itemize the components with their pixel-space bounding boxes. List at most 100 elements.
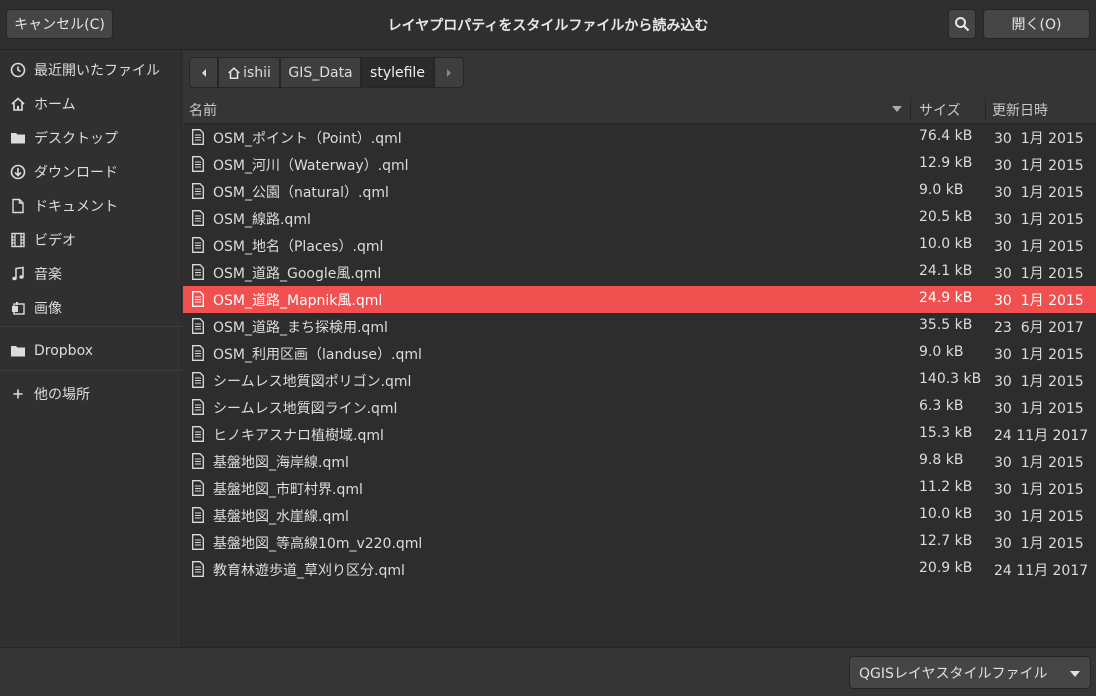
file-size: 9.0 kB	[919, 182, 964, 198]
sidebar-item-home[interactable]: ホーム	[0, 89, 182, 119]
file-name: 基盤地図_等高線10m_v220.qml	[213, 536, 423, 552]
table-row[interactable]: 教育林遊歩道_草刈り区分.qml 20.9 kB 24 11月 2017	[183, 556, 1096, 583]
table-row[interactable]: 基盤地図_等高線10m_v220.qml 12.7 kB 30 1月 2015	[183, 529, 1096, 556]
music-icon	[9, 266, 26, 283]
table-row[interactable]: OSM_利用区画（landuse）.qml 9.0 kB 30 1月 2015	[183, 340, 1096, 367]
sidebar-item-label: 画像	[34, 301, 62, 317]
file-name: 教育林遊歩道_草刈り区分.qml	[213, 563, 405, 579]
file-name: OSM_地名（Places）.qml	[213, 239, 384, 255]
file-modified: 30 1月 2015	[994, 185, 1084, 201]
open-button[interactable]: 開く(O)	[983, 9, 1090, 39]
column-header: 名前 サイズ 更新日時	[183, 95, 1096, 124]
file-size: 12.7 kB	[919, 533, 973, 549]
file-size: 140.3 kB	[919, 371, 982, 387]
file-name: OSM_道路_Google風.qml	[213, 266, 382, 282]
file-size: 6.3 kB	[919, 398, 964, 414]
table-row[interactable]: OSM_地名（Places）.qml 10.0 kB 30 1月 2015	[183, 232, 1096, 259]
path-segment-stylefile[interactable]: stylefile	[361, 57, 434, 88]
table-row[interactable]: OSM_道路_Google風.qml 24.1 kB 30 1月 2015	[183, 259, 1096, 286]
column-name-header[interactable]: 名前	[189, 100, 217, 120]
path-forward-button[interactable]	[434, 57, 464, 88]
table-row[interactable]: OSM_河川（Waterway）.qml 12.9 kB 30 1月 2015	[183, 151, 1096, 178]
path-segment-label: ishii	[243, 64, 271, 81]
file-icon	[192, 426, 204, 442]
file-modified: 30 1月 2015	[994, 455, 1084, 471]
chevron-down-icon	[1070, 671, 1080, 677]
sidebar-item-music[interactable]: 音楽	[0, 259, 182, 289]
file-size: 35.5 kB	[919, 317, 973, 333]
sort-down-icon[interactable]	[892, 105, 902, 113]
file-modified: 24 11月 2017	[994, 428, 1089, 444]
path-segment-label: stylefile	[370, 64, 425, 81]
file-modified: 30 1月 2015	[994, 131, 1084, 147]
file-modified: 30 1月 2015	[994, 401, 1084, 417]
file-icon	[192, 399, 204, 415]
file-modified: 30 1月 2015	[994, 293, 1084, 309]
table-row[interactable]: OSM_公園（natural）.qml 9.0 kB 30 1月 2015	[183, 178, 1096, 205]
file-size: 9.0 kB	[919, 344, 964, 360]
image-icon	[9, 300, 26, 317]
sidebar-item-desktop[interactable]: デスクトップ	[0, 123, 182, 153]
sidebar-item-recent[interactable]: 最近開いたファイル	[0, 55, 182, 85]
file-name: 基盤地図_市町村界.qml	[213, 482, 363, 498]
file-name: OSM_線路.qml	[213, 212, 311, 228]
file-name: ヒノキアスナロ植樹域.qml	[213, 428, 384, 444]
table-row[interactable]: ヒノキアスナロ植樹域.qml 15.3 kB 24 11月 2017	[183, 421, 1096, 448]
file-name: シームレス地質図ライン.qml	[213, 401, 398, 417]
file-modified: 30 1月 2015	[994, 158, 1084, 174]
file-size: 12.9 kB	[919, 155, 973, 171]
table-row[interactable]: シームレス地質図ポリゴン.qml 140.3 kB 30 1月 2015	[183, 367, 1096, 394]
file-name: 基盤地図_水崖線.qml	[213, 509, 349, 525]
table-row[interactable]: OSM_線路.qml 20.5 kB 30 1月 2015	[183, 205, 1096, 232]
file-size: 20.5 kB	[919, 209, 973, 225]
table-row[interactable]: OSM_道路_まち探検用.qml 35.5 kB 23 6月 2017	[183, 313, 1096, 340]
table-row[interactable]: シームレス地質図ライン.qml 6.3 kB 30 1月 2015	[183, 394, 1096, 421]
search-icon	[955, 17, 970, 32]
file-name: 基盤地図_海岸線.qml	[213, 455, 349, 471]
file-icon	[192, 156, 204, 172]
file-icon	[192, 237, 204, 253]
column-size-header[interactable]: サイズ	[919, 100, 961, 120]
file-icon	[192, 453, 204, 469]
file-size: 9.8 kB	[919, 452, 964, 468]
file-filter-select[interactable]: QGISレイヤスタイルファイル	[849, 656, 1091, 689]
sidebar-item-other-locations[interactable]: 他の場所	[0, 379, 182, 409]
sidebar-item-dropbox[interactable]: Dropbox	[0, 336, 182, 366]
table-row[interactable]: 基盤地図_市町村界.qml 11.2 kB 30 1月 2015	[183, 475, 1096, 502]
file-modified: 30 1月 2015	[994, 212, 1084, 228]
file-modified: 30 1月 2015	[994, 509, 1084, 525]
file-modified: 30 1月 2015	[994, 347, 1084, 363]
file-modified: 30 1月 2015	[994, 239, 1084, 255]
places-sidebar: 最近開いたファイル ホーム デスクトップ ダウンロード ドキュメント ビデオ 音…	[0, 50, 182, 647]
file-icon	[192, 129, 204, 145]
column-modified-header[interactable]: 更新日時	[992, 100, 1048, 120]
file-icon	[192, 318, 204, 334]
file-list: 名前 サイズ 更新日時 OSM_ポイント（Point）.qml 76.4 kB 30…	[183, 95, 1096, 647]
plus-icon	[9, 386, 26, 403]
table-row[interactable]: 基盤地図_水崖線.qml 10.0 kB 30 1月 2015	[183, 502, 1096, 529]
path-segment-label: GIS_Data	[288, 64, 353, 81]
file-icon	[192, 561, 204, 577]
chevron-left-icon	[201, 68, 206, 77]
sidebar-item-documents[interactable]: ドキュメント	[0, 191, 182, 221]
file-icon	[192, 507, 204, 523]
file-icon	[192, 372, 204, 388]
file-size: 24.1 kB	[919, 263, 973, 279]
table-row[interactable]: OSM_ポイント（Point）.qml 76.4 kB 30 1月 2015	[183, 124, 1096, 151]
search-button[interactable]	[948, 9, 976, 39]
table-row[interactable]: 基盤地図_海岸線.qml 9.8 kB 30 1月 2015	[183, 448, 1096, 475]
path-segment-gis-data[interactable]: GIS_Data	[280, 57, 361, 88]
path-segment-home[interactable]: ishii	[218, 57, 280, 88]
home-icon	[228, 66, 240, 79]
sidebar-item-downloads[interactable]: ダウンロード	[0, 157, 182, 187]
path-back-button[interactable]	[189, 57, 218, 88]
header-bar: キャンセル(C) レイヤプロパティをスタイルファイルから読み込む 開く(O)	[0, 0, 1096, 50]
sidebar-item-label: デスクトップ	[34, 131, 118, 147]
table-row-selected[interactable]: OSM_道路_Mapnik風.qml 24.9 kB 30 1月 2015	[183, 286, 1096, 313]
file-size: 11.2 kB	[919, 479, 973, 495]
file-name: OSM_河川（Waterway）.qml	[213, 158, 409, 174]
file-icon	[192, 264, 204, 280]
sidebar-item-pictures[interactable]: 画像	[0, 293, 182, 323]
sidebar-item-videos[interactable]: ビデオ	[0, 225, 182, 255]
file-icon	[192, 210, 204, 226]
